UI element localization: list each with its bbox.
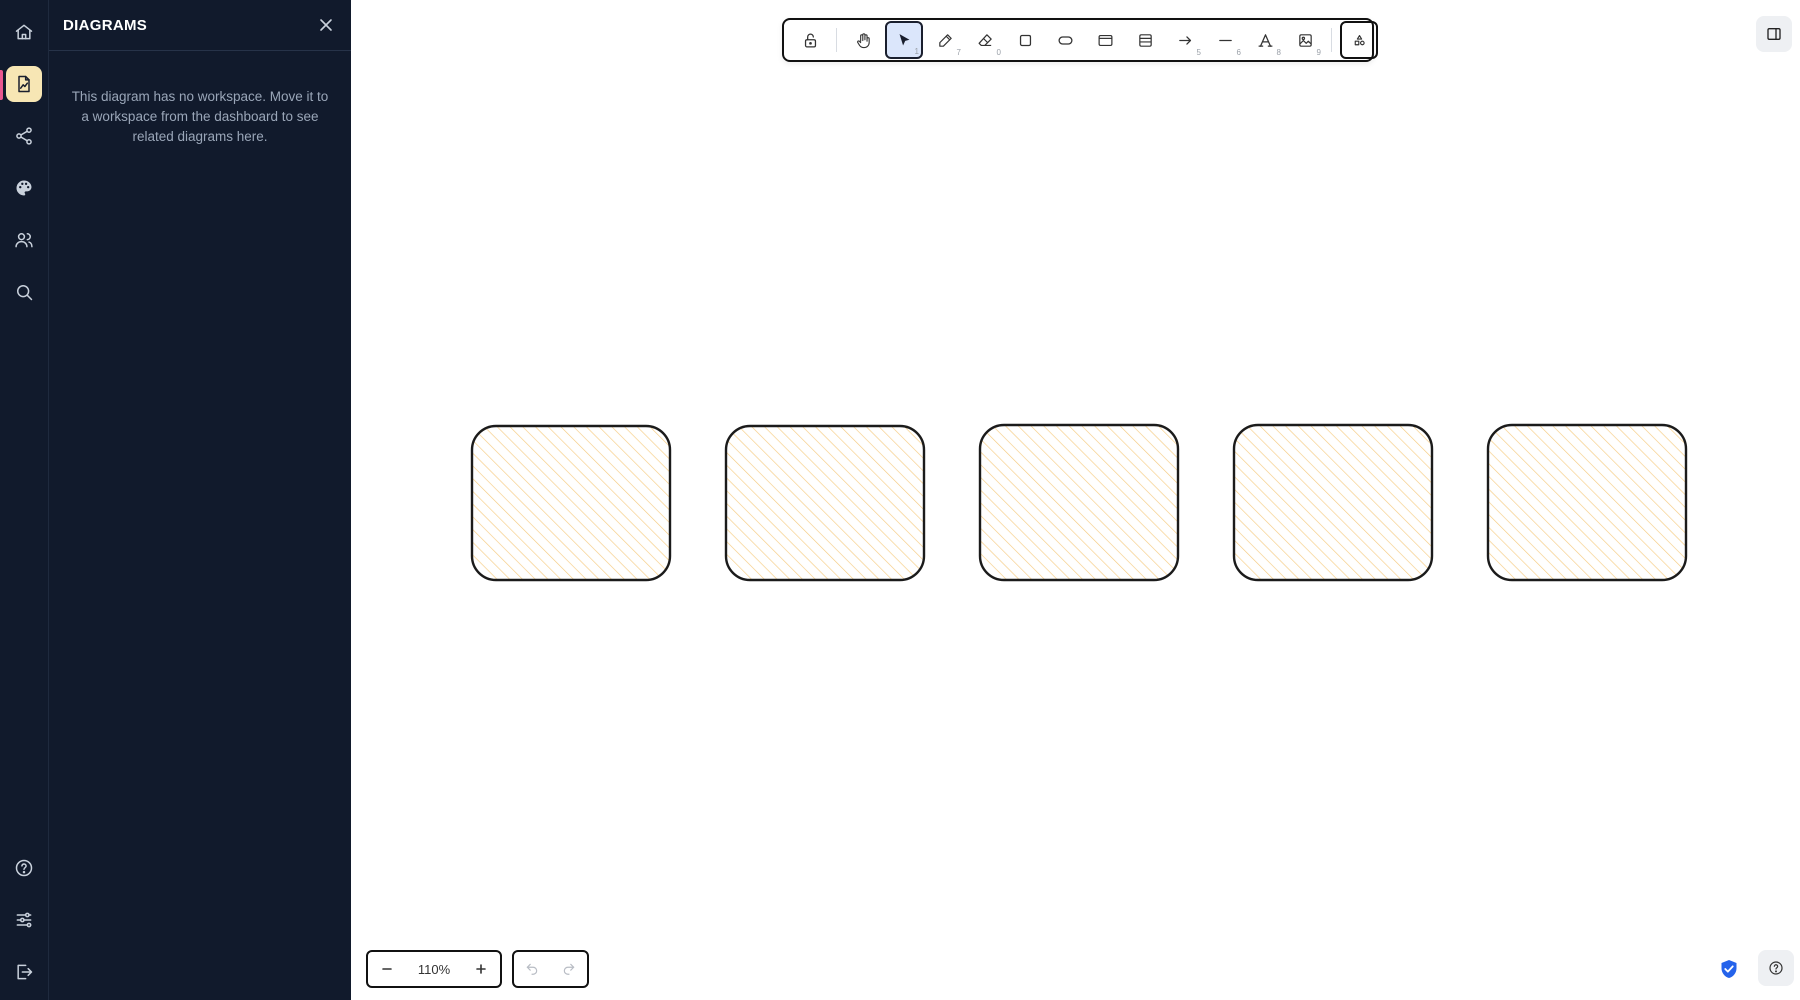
canvas-svg — [470, 423, 1688, 582]
diagram-icon[interactable] — [6, 66, 42, 102]
palette-icon[interactable] — [6, 170, 42, 206]
toolbar-divider — [836, 28, 837, 52]
lock-icon[interactable] — [792, 22, 828, 58]
tool-shortcut: 8 — [1276, 48, 1281, 57]
text-icon[interactable]: 8 — [1247, 22, 1283, 58]
shape-3[interactable] — [978, 423, 1180, 582]
shape-5[interactable] — [1486, 423, 1688, 582]
image-icon[interactable]: 9 — [1287, 22, 1323, 58]
ellipse-icon[interactable] — [1047, 22, 1083, 58]
left-rail — [0, 0, 48, 1000]
tool-shortcut: 0 — [996, 48, 1001, 57]
shield-check-icon[interactable] — [1716, 956, 1742, 982]
undo-redo-controls — [512, 950, 589, 988]
help-button-icon[interactable] — [1758, 950, 1794, 986]
search-icon[interactable] — [6, 274, 42, 310]
pointer-icon[interactable]: 1 — [885, 21, 923, 59]
diagrams-panel: DIAGRAMS This diagram has no workspace. … — [48, 0, 351, 1000]
share-icon[interactable] — [6, 118, 42, 154]
sidebar-toggle-icon[interactable] — [1756, 16, 1792, 52]
active-indicator — [0, 70, 3, 100]
line-icon[interactable]: 6 — [1207, 22, 1243, 58]
zoom-in-button[interactable] — [466, 954, 496, 984]
home-icon[interactable] — [6, 14, 42, 50]
rectangle-icon[interactable] — [1007, 22, 1043, 58]
shapes-library-icon[interactable] — [1340, 21, 1378, 59]
empty-workspace-message: This diagram has no workspace. Move it t… — [71, 89, 329, 144]
tool-shortcut: 7 — [956, 48, 961, 57]
tool-shortcut: 1 — [914, 47, 919, 56]
shape-4[interactable] — [1232, 423, 1434, 582]
table-icon[interactable] — [1127, 22, 1163, 58]
zoom-level[interactable]: 110% — [418, 962, 450, 977]
logout-icon[interactable] — [6, 954, 42, 990]
panel-title: DIAGRAMS — [63, 16, 148, 34]
close-icon[interactable] — [315, 14, 337, 36]
zoom-out-button[interactable] — [372, 954, 402, 984]
settings-sliders-icon[interactable] — [6, 902, 42, 938]
undo-icon[interactable] — [518, 955, 546, 983]
pencil-icon[interactable]: 7 — [927, 22, 963, 58]
users-icon[interactable] — [6, 222, 42, 258]
arrow-icon[interactable]: 5 — [1167, 22, 1203, 58]
drawing-toolbar: 1 7 0 5 6 8 9 — [782, 18, 1378, 62]
toolbar-divider — [1331, 28, 1332, 52]
help-icon[interactable] — [6, 850, 42, 886]
tool-shortcut: 6 — [1236, 48, 1241, 57]
tool-shortcut: 9 — [1316, 48, 1321, 57]
shape-2[interactable] — [724, 424, 926, 582]
zoom-controls: 110% — [366, 950, 502, 988]
eraser-icon[interactable]: 0 — [967, 22, 1003, 58]
drawing-canvas[interactable] — [350, 0, 1800, 1000]
redo-icon[interactable] — [555, 955, 583, 983]
hand-icon[interactable] — [845, 22, 881, 58]
shape-1[interactable] — [470, 424, 672, 582]
card-icon[interactable] — [1087, 22, 1123, 58]
panel-header: DIAGRAMS — [49, 0, 351, 51]
tool-shortcut: 5 — [1196, 48, 1201, 57]
